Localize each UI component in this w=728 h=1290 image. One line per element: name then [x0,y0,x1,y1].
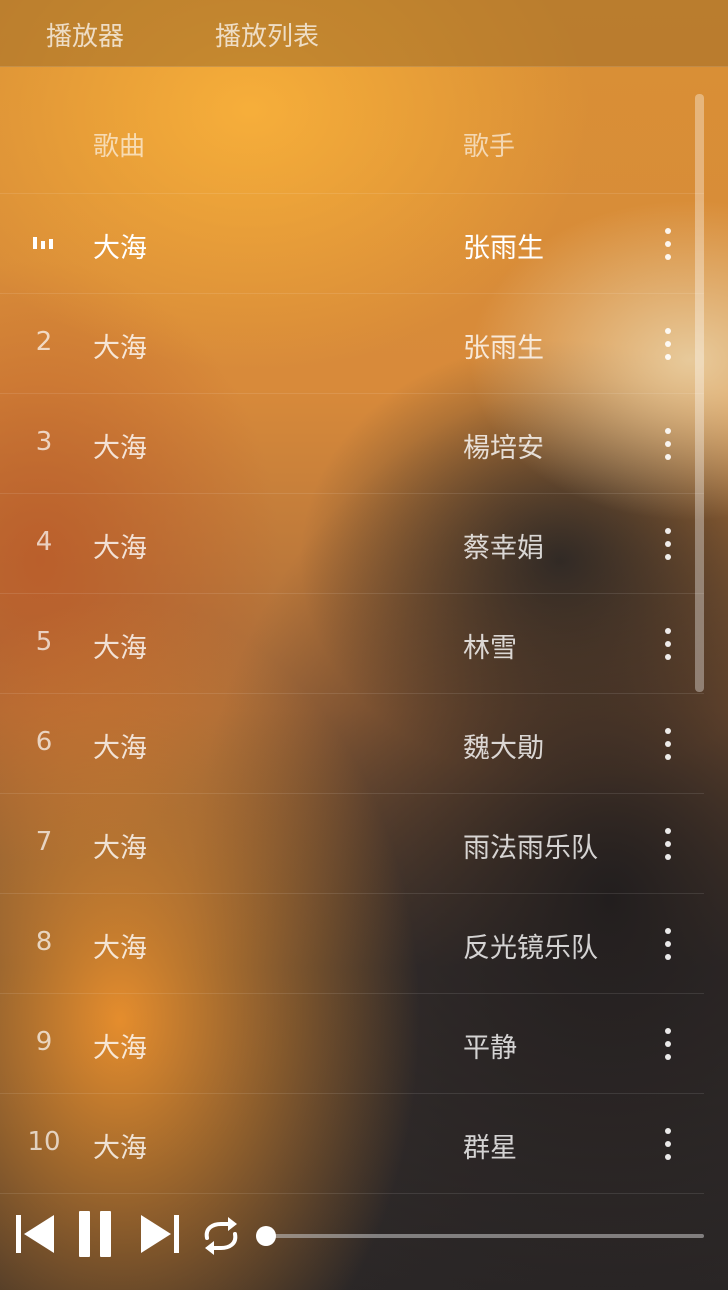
song-title: 大海 [93,233,147,264]
singer-name: 楊培安 [463,433,544,464]
playlist-row[interactable]: 4 大海 蔡幸娟 [0,494,704,594]
skip-previous-icon [16,1215,54,1253]
singer-name: 张雨生 [463,333,544,364]
more-options-icon[interactable] [656,526,680,562]
playlist-row[interactable]: 6 大海 魏大勛 [0,694,704,794]
playlist-row[interactable]: 3 大海 楊培安 [0,394,704,494]
skip-next-icon [141,1215,179,1253]
next-button[interactable] [139,1212,181,1256]
track-number: 2 [35,327,53,357]
more-options-icon[interactable] [656,826,680,862]
more-options-icon[interactable] [656,1026,680,1062]
track-number: 9 [35,1027,53,1057]
song-title: 大海 [93,533,147,564]
song-title: 大海 [93,1133,147,1164]
playlist-row[interactable]: 大海 张雨生 [0,194,704,294]
track-number: 10 [27,1127,61,1157]
more-options-icon[interactable] [656,1126,680,1162]
more-options-icon[interactable] [656,926,680,962]
tab-playlist[interactable]: 播放列表 [215,16,319,53]
repeat-icon [204,1217,238,1255]
track-number: 8 [35,927,53,957]
track-number: 5 [35,627,53,657]
track-number: 4 [35,527,53,557]
singer-name: 平静 [463,1033,517,1064]
singer-name: 魏大勛 [463,733,544,764]
playlist-row[interactable]: 2 大海 张雨生 [0,294,704,394]
playlist-header-row: 歌曲 歌手 [0,94,704,194]
progress-thumb[interactable] [256,1226,276,1246]
song-title: 大海 [93,433,147,464]
singer-name: 雨法雨乐队 [463,833,598,864]
music-player-app: 播放器 播放列表 歌曲 歌手 大海 张雨生 2 大海 张雨生 3 大海 楊培安 4 大海 蔡幸娟 5 大… [0,0,728,1290]
more-options-icon[interactable] [656,226,680,262]
more-options-icon[interactable] [656,426,680,462]
previous-button[interactable] [14,1212,56,1256]
pause-button[interactable] [78,1209,112,1259]
top-tab-bar: 播放器 播放列表 [0,0,728,67]
more-options-icon[interactable] [656,726,680,762]
singer-name: 张雨生 [463,233,544,264]
song-title: 大海 [93,833,147,864]
playlist-row[interactable]: 7 大海 雨法雨乐队 [0,794,704,894]
playlist-row[interactable]: 5 大海 林雪 [0,594,704,694]
more-options-icon[interactable] [656,626,680,662]
pause-icon [79,1211,111,1257]
track-number: 7 [35,827,53,857]
repeat-button[interactable] [199,1214,243,1258]
column-header-song: 歌曲 [93,132,146,162]
song-title: 大海 [93,933,147,964]
singer-name: 蔡幸娟 [463,533,544,564]
playlist-rows: 大海 张雨生 2 大海 张雨生 3 大海 楊培安 4 大海 蔡幸娟 5 大海 林雪 6 大海 魏大勛 7 大海 雨法雨… [0,194,704,1194]
playlist-scrollbar[interactable] [695,94,704,692]
tab-player[interactable]: 播放器 [46,16,124,53]
song-title: 大海 [93,633,147,664]
column-header-singer: 歌手 [463,132,516,162]
track-number: 6 [35,727,53,757]
singer-name: 反光镜乐队 [463,933,598,964]
playlist-row[interactable]: 8 大海 反光镜乐队 [0,894,704,994]
progress-bar[interactable] [256,1226,704,1246]
playlist-table: 歌曲 歌手 大海 张雨生 2 大海 张雨生 3 大海 楊培安 4 大海 蔡幸娟 5 大海 林雪 6 大海 魏大勛… [0,94,704,1194]
singer-name: 群星 [463,1133,517,1164]
song-title: 大海 [93,733,147,764]
playlist-row[interactable]: 10 大海 群星 [0,1094,704,1194]
track-number: 3 [35,427,53,457]
playlist-row[interactable]: 9 大海 平静 [0,994,704,1094]
song-title: 大海 [93,333,147,364]
singer-name: 林雪 [463,633,517,664]
more-options-icon[interactable] [656,326,680,362]
now-playing-icon [33,231,55,249]
song-title: 大海 [93,1033,147,1064]
